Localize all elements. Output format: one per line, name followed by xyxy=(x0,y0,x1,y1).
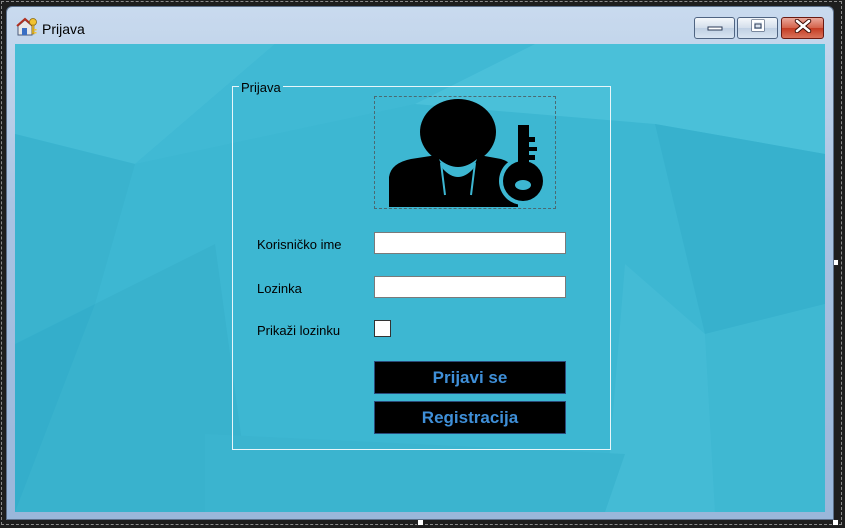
password-input[interactable] xyxy=(374,276,566,298)
form-client-area: Prijava Korisničko ime Lozinka Prikaži l… xyxy=(15,44,825,512)
house-key-icon xyxy=(16,17,38,37)
login-window: Prijava Prijava Korisničko ime Lozinka P… xyxy=(6,6,834,520)
avatar-picturebox xyxy=(374,96,556,209)
title-bar[interactable]: Prijava xyxy=(7,7,833,45)
password-label: Lozinka xyxy=(257,281,302,296)
login-button[interactable]: Prijavi se xyxy=(374,361,566,394)
resize-handle-corner[interactable] xyxy=(832,519,839,526)
window-title: Prijava xyxy=(42,21,85,37)
register-button[interactable]: Registracija xyxy=(374,401,566,434)
resize-handle-bottom[interactable] xyxy=(417,519,424,526)
username-label: Korisničko ime xyxy=(257,237,342,252)
close-button[interactable] xyxy=(781,17,824,39)
minimize-icon xyxy=(707,19,723,37)
show-password-label: Prikaži lozinku xyxy=(257,323,341,338)
show-password-checkbox[interactable] xyxy=(374,320,391,337)
close-icon xyxy=(794,18,812,38)
minimize-button[interactable] xyxy=(694,17,735,39)
username-input[interactable] xyxy=(374,232,566,254)
maximize-icon xyxy=(750,19,766,37)
login-groupbox: Prijava Korisničko ime Lozinka Prikaži l… xyxy=(232,80,611,450)
maximize-button[interactable] xyxy=(737,17,778,39)
groupbox-legend: Prijava xyxy=(239,80,283,95)
